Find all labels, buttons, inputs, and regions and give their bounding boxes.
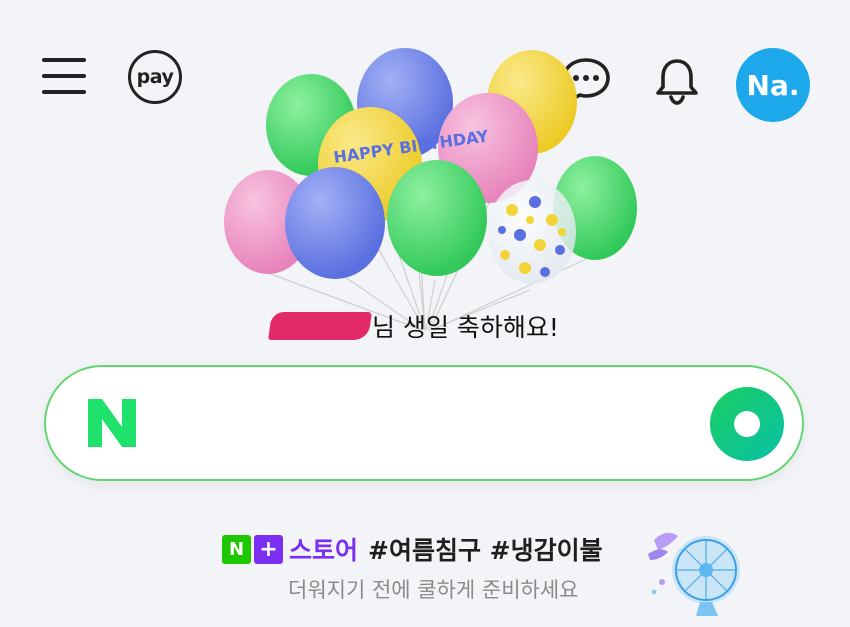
pay-label: pay <box>136 66 174 88</box>
naver-plus-badge-n: N <box>222 534 251 564</box>
search-box[interactable] <box>44 365 804 481</box>
pay-button[interactable]: pay <box>128 50 182 104</box>
promo-headline: N + 스토어 #여름침구 #냉감이불 <box>222 530 603 568</box>
naver-n-logo <box>88 399 136 447</box>
avatar[interactable]: Na. <box>736 48 810 122</box>
promo-tags: #여름침구 #냉감이불 <box>368 536 603 565</box>
hamburger-menu-icon[interactable] <box>42 56 88 96</box>
promo-subtitle: 더워지기 전에 쿨하게 준비하세요 <box>288 578 579 602</box>
search-circle-icon[interactable] <box>710 387 784 461</box>
birthday-message: 님 생일 축하해요! <box>372 313 559 342</box>
naver-plus-badge-plus: + <box>254 534 283 564</box>
search-input[interactable] <box>166 389 690 459</box>
summer-fan-icon[interactable] <box>640 520 750 620</box>
bell-icon[interactable] <box>652 56 702 106</box>
avatar-text: Na. <box>746 68 800 102</box>
redacted-username <box>268 312 372 340</box>
store-label: 스토어 <box>289 536 359 565</box>
birthday-greeting: 님 생일 축하해요! <box>268 306 559 346</box>
